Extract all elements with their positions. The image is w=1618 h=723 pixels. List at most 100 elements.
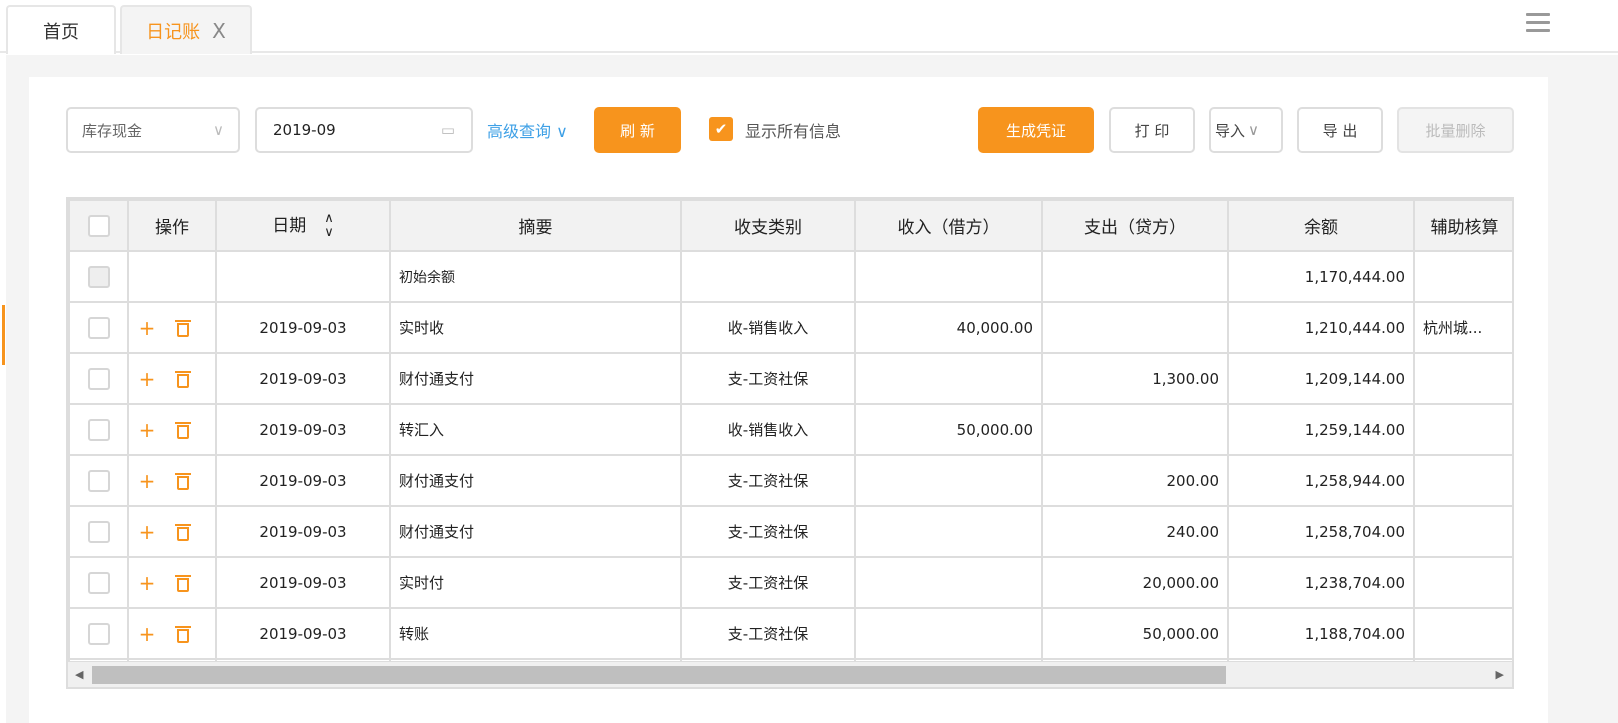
advanced-search-link[interactable]: 高级查询 ∨: [487, 118, 568, 142]
chevron-down-icon: ∨: [213, 121, 224, 139]
table-row[interactable]: + 2019-09-03 财付通支付 支-工资社保 200.00 1,258,9…: [68, 454, 1512, 507]
delete-icon[interactable]: [175, 626, 191, 643]
expense-cell: 20,000.00: [1041, 556, 1229, 609]
header-balance: 余额: [1227, 199, 1415, 252]
batch-delete-button[interactable]: 批量删除: [1397, 107, 1514, 153]
category-cell: 支-工资社保: [680, 454, 856, 507]
aux-cell: [1413, 556, 1512, 609]
income-cell: [854, 505, 1043, 558]
aux-cell: [1413, 454, 1512, 507]
row-checkbox[interactable]: [87, 520, 110, 543]
aux-cell: [1413, 403, 1512, 456]
delete-icon[interactable]: [175, 320, 191, 337]
calendar-icon: ▭: [440, 121, 455, 139]
scroll-right-icon[interactable]: ▶: [1496, 668, 1504, 681]
balance-cell: 1,170,444.00: [1227, 250, 1415, 303]
date-cell: 2019-09-03: [215, 352, 391, 405]
print-button[interactable]: 打 印: [1109, 107, 1195, 153]
refresh-button[interactable]: 刷 新: [594, 107, 681, 153]
balance-cell: 1,238,704.00: [1227, 556, 1415, 609]
period-value: 2019-09: [273, 121, 336, 139]
date-cell: 2019-09-03: [215, 505, 391, 558]
account-value: 库存现金: [82, 121, 143, 140]
delete-icon[interactable]: [175, 575, 191, 592]
add-row-icon[interactable]: +: [130, 520, 165, 544]
generate-voucher-button[interactable]: 生成凭证: [978, 107, 1094, 153]
tab-home[interactable]: 首页: [6, 5, 116, 54]
add-row-icon[interactable]: +: [130, 316, 165, 340]
aux-cell: 杭州城...: [1413, 301, 1512, 354]
header-income: 收入（借方）: [854, 199, 1043, 252]
header-category: 收支类别: [680, 199, 856, 252]
add-row-icon[interactable]: +: [130, 367, 165, 391]
add-row-icon[interactable]: +: [130, 469, 165, 493]
tab-label: 首页: [43, 21, 79, 43]
row-checkbox[interactable]: [87, 622, 110, 645]
tab-bar: 首页 日记账 X: [0, 0, 1618, 54]
show-all-checkbox[interactable]: ✔: [709, 117, 733, 141]
scrollbar-thumb[interactable]: [92, 666, 1226, 684]
table-row[interactable]: + 2019-09-03 财付通支付 支-工资社保 1,300.00 1,209…: [68, 352, 1512, 405]
summary-cell: 财付通支付: [389, 505, 682, 558]
table-row[interactable]: + 2019-09-03 实时付 支-工资社保 20,000.00 1,238,…: [68, 556, 1512, 609]
balance-cell: 1,259,144.00: [1227, 403, 1415, 456]
income-cell: [854, 556, 1043, 609]
tab-journal[interactable]: 日记账 X: [120, 5, 252, 54]
date-cell: 2019-09-03: [215, 301, 391, 354]
summary-cell: 财付通支付: [389, 352, 682, 405]
delete-icon[interactable]: [175, 473, 191, 490]
add-row-icon[interactable]: +: [130, 622, 165, 646]
tab-label: 日记账: [146, 21, 201, 43]
income-cell: [854, 454, 1043, 507]
row-checkbox[interactable]: [87, 316, 110, 339]
category-cell: 支-工资社保: [680, 556, 856, 609]
close-icon[interactable]: X: [212, 19, 226, 43]
import-dropdown[interactable]: 导入 ∨: [1209, 107, 1283, 153]
row-checkbox: [87, 265, 110, 288]
summary-cell: 实时收: [389, 301, 682, 354]
import-label: 导入: [1215, 121, 1246, 140]
scroll-left-icon[interactable]: ◀: [75, 668, 83, 681]
horizontal-scrollbar[interactable]: ◀ ▶: [68, 661, 1512, 687]
income-cell: [854, 352, 1043, 405]
date-cell: 2019-09-03: [215, 607, 391, 660]
row-checkbox[interactable]: [87, 418, 110, 441]
balance-cell: 1,258,944.00: [1227, 454, 1415, 507]
delete-icon[interactable]: [175, 371, 191, 388]
hamburger-menu-icon[interactable]: [1526, 13, 1550, 37]
chevron-down-icon: ∨: [556, 122, 568, 141]
income-cell: 40,000.00: [854, 301, 1043, 354]
show-all-label: 显示所有信息: [745, 122, 842, 141]
row-checkbox[interactable]: [87, 367, 110, 390]
expense-cell: [1041, 403, 1229, 456]
category-cell: 支-工资社保: [680, 607, 856, 660]
sort-icon[interactable]: ∧ ∨: [324, 212, 334, 240]
date-cell: 2019-09-03: [215, 556, 391, 609]
table-row[interactable]: + 2019-09-03 转汇入 收-销售收入 50,000.00 1,259,…: [68, 403, 1512, 456]
summary-cell: 初始余额: [389, 250, 682, 303]
balance-cell: 1,258,704.00: [1227, 505, 1415, 558]
add-row-icon[interactable]: +: [130, 418, 165, 442]
chevron-down-icon: ∨: [1248, 121, 1259, 139]
table-row[interactable]: + 2019-09-03 转账 支-工资社保 50,000.00 1,188,7…: [68, 607, 1512, 660]
table-row[interactable]: + 2019-09-03 实时收 收-销售收入 40,000.00 1,210,…: [68, 301, 1512, 354]
table-row[interactable]: + 2019-09-03 财付通支付 支-工资社保 240.00 1,258,7…: [68, 505, 1512, 558]
category-cell: 收-销售收入: [680, 403, 856, 456]
period-picker[interactable]: 2019-09 ▭: [255, 107, 473, 153]
summary-cell: 财付通支付: [389, 454, 682, 507]
delete-icon[interactable]: [175, 524, 191, 541]
row-checkbox[interactable]: [87, 469, 110, 492]
table-header: 操作 日期 ∧ ∨ 摘要 收支类别 收入（借方） 支出（贷方） 余额 辅助核算: [68, 199, 1512, 252]
export-button[interactable]: 导 出: [1297, 107, 1383, 153]
balance-cell: 1,188,704.00: [1227, 607, 1415, 660]
delete-icon[interactable]: [175, 422, 191, 439]
advanced-label: 高级查询: [487, 122, 552, 141]
account-select[interactable]: 库存现金 ∨: [66, 107, 240, 153]
side-indicator: [2, 305, 5, 365]
header-date[interactable]: 日期 ∧ ∨: [215, 199, 391, 252]
add-row-icon[interactable]: +: [130, 571, 165, 595]
expense-cell: 240.00: [1041, 505, 1229, 558]
select-all-checkbox[interactable]: [68, 199, 129, 252]
row-checkbox[interactable]: [87, 571, 110, 594]
aux-cell: [1413, 505, 1512, 558]
